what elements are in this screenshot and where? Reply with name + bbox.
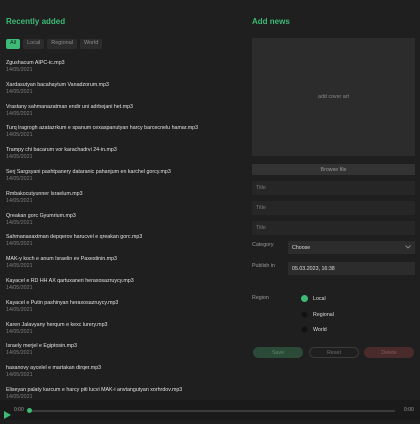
item-title: Israely merjel e Egiptosin.mp3 (6, 343, 77, 350)
publish-value: 05.03.2023, 16:38 (292, 265, 335, 272)
item-title: MAK-y koch e anum Israelin ev Paxestinin… (6, 256, 117, 263)
recently-added-panel: Recently added All Local Regional World … (6, 0, 240, 400)
item-date: 14/05/2021 (6, 350, 33, 357)
list-item[interactable]: Zgushacum AIPC-ic.mp3 14/05/2021 (6, 60, 240, 82)
item-date: 14/05/2021 (6, 328, 33, 335)
radio-checked-icon (301, 295, 308, 302)
list-item[interactable]: Qreakan gorc Gyumrium.mp3 14/05/2021 (6, 213, 240, 235)
radio-unchecked-icon (301, 311, 308, 318)
region-option-label: World (313, 326, 327, 333)
region-label: Region (252, 295, 269, 301)
add-news-panel: Add news add cover art Browse file Title… (252, 0, 415, 400)
title-field-1[interactable]: Title (252, 181, 415, 195)
category-label: Category (252, 242, 274, 248)
item-title: Karen Jalavyany herqum e kexc lurery.mp3 (6, 321, 108, 328)
item-title: Sahmanaxaxtman depqerov harucvel e qreak… (6, 234, 143, 241)
list-item[interactable]: Turq lragrogh azatazrkum e spanum cexasp… (6, 125, 240, 147)
item-title: Kayacel e RD HH AX qartuxaneri heraxosaz… (6, 277, 134, 284)
save-button[interactable]: Save (253, 347, 303, 358)
browse-file-button[interactable]: Browse file (252, 164, 415, 175)
list-item[interactable]: Serj Sargsyani pashtpanery dataranic pah… (6, 169, 240, 191)
news-list: Zgushacum AIPC-ic.mp3 14/05/2021 Xardasut… (6, 60, 240, 409)
item-date: 14/05/2021 (6, 132, 33, 139)
item-title: Turq lragrogh azatazrkum e spanum cexasp… (6, 125, 199, 132)
item-title: Xardasutyan bacahaytum Vanadzorum.mp3 (6, 81, 109, 88)
publish-datetime-input[interactable]: 05.03.2023, 16:38 (288, 262, 415, 275)
total-time: 0:00 (404, 407, 414, 413)
recently-added-title: Recently added (6, 17, 66, 26)
item-date: 14/05/2021 (6, 219, 33, 226)
item-title: Trampy chi bacarum vor karachadrvi 24-in… (6, 147, 117, 154)
region-option-world[interactable]: World (301, 326, 327, 333)
item-date: 14/05/2021 (6, 197, 33, 204)
item-title: Zgushacum AIPC-ic.mp3 (6, 60, 65, 66)
reset-button[interactable]: Reset (309, 347, 359, 358)
item-date: 14/05/2021 (6, 241, 33, 248)
list-item[interactable]: Israely merjel e Egiptosin.mp3 14/05/2021 (6, 343, 240, 365)
cover-art-placeholder: add cover art (318, 94, 349, 100)
item-title: Rmbakocutyunner Israelum.mp3 (6, 190, 83, 197)
radio-unchecked-icon (301, 326, 308, 333)
item-title: Qreakan gorc Gyumrium.mp3 (6, 212, 76, 219)
filter-chips: All Local Regional World (6, 39, 103, 49)
filter-chip-all[interactable]: All (6, 39, 21, 49)
region-option-label: Regional (313, 311, 334, 318)
list-item[interactable]: Sahmanaxaxtman depqerov harucvel e qreak… (6, 234, 240, 256)
item-title: Vrastany sahmanazatman endir uni adrbeja… (6, 103, 134, 110)
filter-chip-local[interactable]: Local (23, 39, 45, 49)
item-date: 14/05/2021 (6, 306, 33, 313)
item-date: 14/05/2021 (6, 372, 33, 379)
title-field-3[interactable]: Title (252, 221, 415, 235)
item-title: hasanovy aycelel e martakan dirqer.mp3 (6, 365, 102, 372)
item-date: 14/05/2021 (6, 67, 33, 73)
region-option-regional[interactable]: Regional (301, 311, 334, 318)
audio-player: 0:00 0:00 (0, 400, 420, 420)
list-item[interactable]: Kayacel e Putin pashinyan heraxosazruycy… (6, 300, 240, 322)
filter-chip-regional[interactable]: Regional (47, 39, 77, 49)
list-item[interactable]: Kayacel e RD HH AX qartuxaneri heraxosaz… (6, 278, 240, 300)
item-title: Serj Sargsyani pashtpanery dataranic pah… (6, 168, 171, 175)
category-select[interactable]: Choose (288, 241, 415, 254)
list-item[interactable]: Xardasutyan bacahaytum Vanadzorum.mp3 14/… (6, 82, 240, 104)
item-date: 14/05/2021 (6, 88, 33, 95)
item-date: 14/05/2021 (6, 175, 33, 182)
category-value: Choose (292, 244, 311, 251)
item-date: 14/05/2021 (6, 110, 33, 117)
publish-label: Publish in (252, 263, 275, 269)
title-field-2[interactable]: Title (252, 201, 415, 215)
item-title: Kayacel e Putin pashinyan heraxosazruycy… (6, 299, 119, 306)
region-option-local[interactable]: Local (301, 295, 326, 302)
item-title: Eliseyan palaty karcum e harcy piti lucv… (6, 386, 183, 393)
cover-art-dropzone[interactable]: add cover art (252, 38, 415, 156)
delete-button[interactable]: Delete (364, 347, 414, 358)
play-icon[interactable] (4, 406, 11, 424)
list-item[interactable]: Vrastany sahmanazatman endir uni adrbeja… (6, 104, 240, 126)
filter-chip-world[interactable]: World (80, 39, 103, 49)
list-item[interactable]: Karen Jalavyany herqum e kexc lurery.mp3… (6, 322, 240, 344)
add-news-title: Add news (252, 17, 290, 26)
chevron-down-icon (405, 244, 411, 251)
item-date: 14/05/2021 (6, 154, 33, 161)
progress-track[interactable] (28, 410, 395, 412)
item-date: 14/05/2021 (6, 263, 33, 270)
region-option-label: Local (313, 295, 326, 302)
list-item[interactable]: hasanovy aycelel e martakan dirqer.mp3 14… (6, 365, 240, 387)
item-date: 14/05/2021 (6, 284, 33, 291)
list-item[interactable]: MAK-y koch e anum Israelin ev Paxestinin… (6, 256, 240, 278)
progress-thumb[interactable] (27, 408, 32, 413)
list-item[interactable]: Trampy chi bacarum vor karachadrvi 24-in… (6, 147, 240, 169)
current-time: 0:00 (14, 407, 24, 413)
list-item[interactable]: Rmbakocutyunner Israelum.mp3 14/05/2021 (6, 191, 240, 213)
